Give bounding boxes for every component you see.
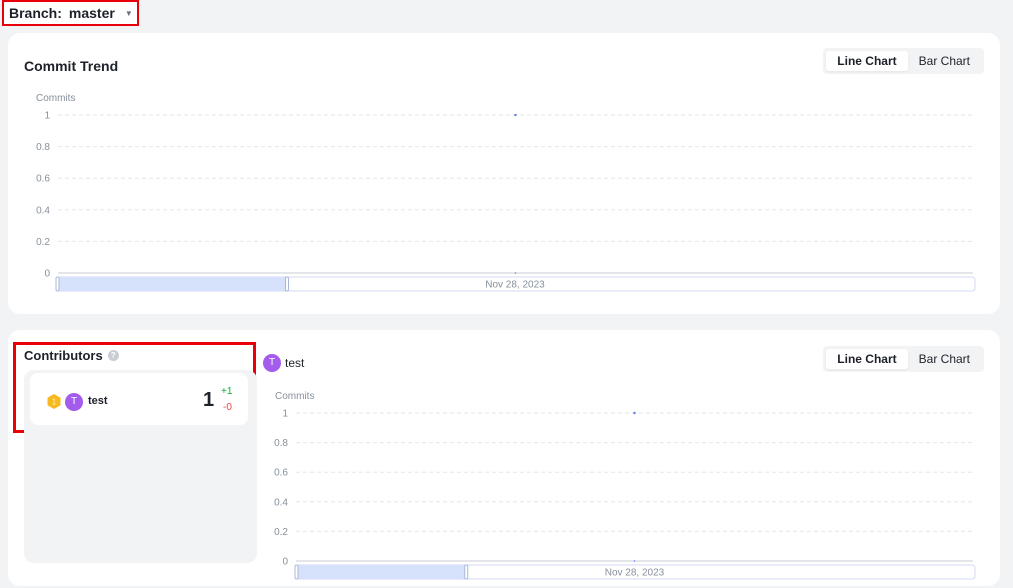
y-tick-label: 0.6 (36, 174, 50, 185)
contributors-card: Contributors ? 1 T test 1 +1 -0 T test L… (8, 330, 1000, 586)
y-axis-label: Commits (275, 391, 314, 402)
caret-down-icon: ▼ (124, 8, 133, 18)
zoom-slider-window (296, 565, 466, 579)
x-tick-label: Nov 28, 2023 (485, 280, 545, 291)
zoom-slider-handle-right (464, 564, 469, 580)
data-point (633, 411, 636, 415)
y-axis-label: Commits (36, 93, 75, 104)
y-tick-label: 0.8 (36, 142, 50, 153)
zoom-slider-window (57, 277, 287, 291)
axis-marker (633, 560, 636, 562)
y-tick-label: 1 (44, 111, 50, 122)
y-tick-label: 0.2 (36, 237, 50, 248)
axis-marker (514, 272, 517, 274)
y-tick-label: 0.4 (36, 205, 50, 216)
branch-label: Branch: (9, 5, 62, 21)
branch-value: master (68, 5, 115, 21)
commit-trend-chart: Commits 1 0.8 0.6 0.4 0.2 0 Nov 28, 2023 (36, 93, 976, 292)
zoom-slider-handle-right (285, 276, 289, 292)
contributor-commit-chart: Commits 1 0.8 0.6 0.4 0.2 0 Nov 28, 2023 (274, 391, 976, 580)
y-tick-label: 0.6 (274, 468, 288, 479)
branch-selector[interactable]: Branch: master ▼ (2, 0, 139, 26)
y-tick-label: 1 (282, 409, 288, 420)
y-tick-label: 0 (282, 557, 288, 568)
zoom-slider-handle-left (294, 564, 299, 580)
zoom-slider-handle-left (55, 276, 60, 292)
y-tick-label: 0.4 (274, 497, 288, 508)
commit-trend-card: Commit Trend Line Chart Bar Chart Commit… (8, 33, 1000, 314)
y-tick-label: 0 (44, 269, 50, 280)
data-point (514, 113, 517, 117)
y-tick-label: 0.8 (274, 438, 288, 449)
y-tick-label: 0.2 (274, 527, 288, 538)
x-tick-label: Nov 28, 2023 (605, 568, 665, 579)
